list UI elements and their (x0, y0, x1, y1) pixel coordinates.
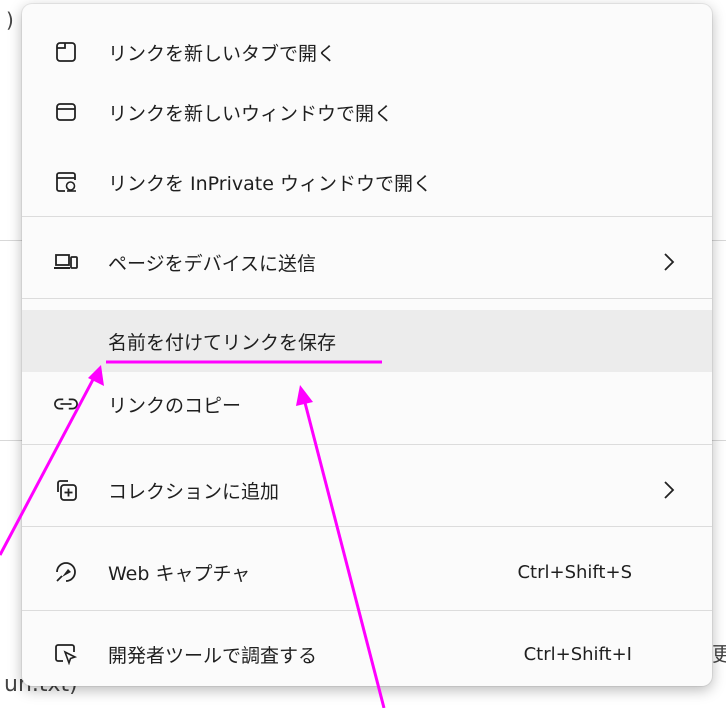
shortcut-text: Ctrl+Shift+I (523, 643, 632, 665)
send-to-devices-icon (54, 250, 78, 274)
new-window-icon (54, 100, 78, 124)
inspect-icon (54, 642, 78, 666)
menu-item-label: コレクションに追加 (108, 480, 280, 503)
menu-item-label: 名前を付けてリンクを保存 (108, 331, 337, 354)
menu-item-open-in-new-window[interactable]: リンクを新しいウィンドウで開く (22, 84, 712, 140)
context-menu: リンクを新しいタブで開く リンクを新しいウィンドウで開く リンクを InPriv… (22, 4, 712, 686)
background-text-paren: ) (6, 8, 14, 32)
menu-item-save-link-as[interactable]: 名前を付けてリンクを保存 (22, 310, 712, 372)
menu-item-copy-link[interactable]: リンクのコピー (22, 376, 712, 432)
web-capture-icon (54, 560, 78, 584)
menu-separator (22, 610, 712, 611)
menu-separator (22, 216, 712, 217)
inprivate-window-icon (54, 170, 78, 194)
menu-separator (22, 444, 712, 445)
menu-item-label: ページをデバイスに送信 (108, 252, 317, 275)
menu-item-open-in-inprivate[interactable]: リンクを InPrivate ウィンドウで開く (22, 154, 712, 210)
menu-item-add-to-collections[interactable]: コレクションに追加 (22, 462, 712, 518)
menu-item-label: リンクを新しいタブで開く (108, 42, 337, 65)
menu-item-label: 開発者ツールで調査する (108, 644, 318, 667)
menu-item-label: リンクを新しいウィンドウで開く (108, 102, 394, 125)
link-icon (54, 392, 78, 416)
menu-item-inspect[interactable]: 開発者ツールで調査する Ctrl+Shift+I (22, 626, 712, 682)
shortcut-text: Ctrl+Shift+S (517, 561, 632, 583)
chevron-right-icon (660, 478, 678, 502)
menu-item-web-capture[interactable]: Web キャプチャ Ctrl+Shift+S (22, 544, 712, 600)
menu-item-label: リンクを InPrivate ウィンドウで開く (108, 172, 432, 195)
menu-item-label: Web キャプチャ (108, 562, 251, 585)
add-to-collections-icon (54, 478, 78, 502)
menu-separator (22, 298, 712, 299)
menu-separator (22, 526, 712, 527)
new-tab-icon (54, 40, 78, 64)
menu-item-label: リンクのコピー (108, 394, 242, 417)
background-text-right: 更 (712, 642, 726, 666)
menu-item-open-in-new-tab[interactable]: リンクを新しいタブで開く (22, 24, 712, 80)
chevron-right-icon (660, 250, 678, 274)
menu-item-send-to-devices[interactable]: ページをデバイスに送信 (22, 234, 712, 290)
